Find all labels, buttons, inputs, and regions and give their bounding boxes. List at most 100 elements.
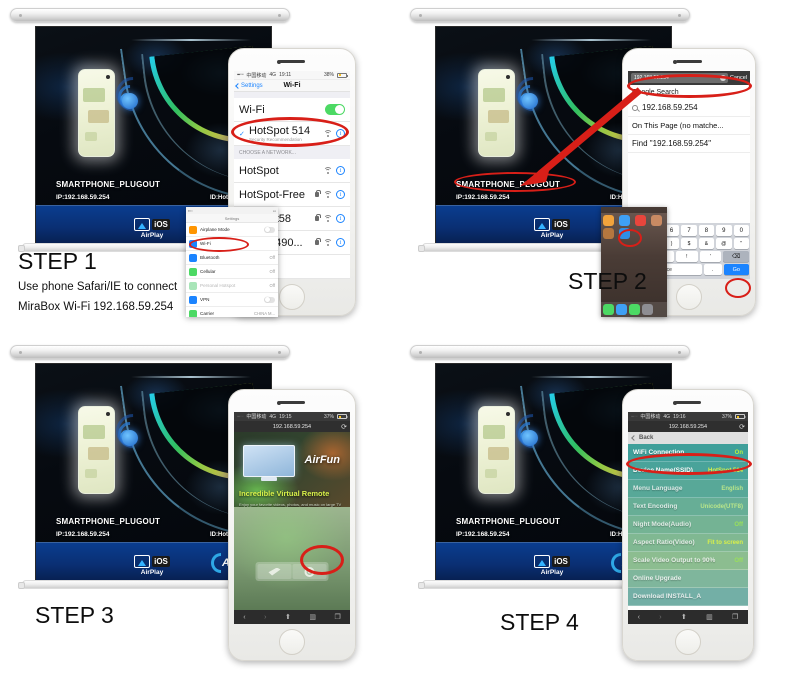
delete-key[interactable]: ⌫ <box>723 251 749 262</box>
airplay-icon <box>534 555 551 568</box>
settings-item-cellular[interactable]: Cellular Off <box>186 265 278 279</box>
settings-item-vpn[interactable]: VPN <box>186 293 278 307</box>
iphone-home-button[interactable] <box>279 629 305 655</box>
key[interactable]: ! <box>676 251 698 262</box>
network-row-1[interactable]: HotSpot-Free i <box>234 183 350 207</box>
reload-icon[interactable]: ⟳ <box>341 423 347 431</box>
setting-row-device-name[interactable]: Device Name(SSID) HotSpot 514 <box>628 462 748 480</box>
screen-phone-graphic <box>78 406 115 494</box>
app-icon[interactable] <box>651 215 662 226</box>
cancel-button[interactable]: Cancel <box>730 75 747 81</box>
connected-subtitle: Security Recommendation <box>249 137 302 142</box>
key[interactable]: @ <box>716 238 732 249</box>
settings-item-airplane-mode[interactable]: Airplane Mode <box>186 223 278 237</box>
forward-icon[interactable]: › <box>264 614 266 621</box>
bookmarks-icon[interactable]: ▥ <box>309 613 316 621</box>
share-icon[interactable]: ⬆ <box>681 613 687 621</box>
step-title: STEP 4 <box>500 609 579 635</box>
setting-row-online-upgrade[interactable]: Online Upgrade <box>628 570 748 588</box>
airplane-toggle[interactable] <box>264 226 275 233</box>
wifi-toggle[interactable] <box>325 104 345 115</box>
info-icon[interactable]: i <box>336 238 345 247</box>
home-app-grid <box>601 213 667 241</box>
key[interactable]: 9 <box>716 225 732 236</box>
setting-row-text-encoding[interactable]: Text Encoding Unicode(UTF8) <box>628 498 748 516</box>
chevron-left-icon <box>631 435 637 441</box>
camera-app-icon[interactable] <box>642 304 653 315</box>
clear-icon[interactable] <box>719 75 726 81</box>
settings-item-value: Off <box>269 283 275 288</box>
tabs-icon[interactable]: ❐ <box>732 613 738 621</box>
messages-app-icon[interactable] <box>616 304 627 315</box>
cellular-icon <box>189 267 197 276</box>
info-icon[interactable]: i <box>336 129 345 138</box>
carrier-label: 中国移动 <box>640 414 661 420</box>
step-3-panel: SMARTPHONE_PLUGOUT IP:192.168.59.254 ID:… <box>0 337 400 674</box>
app-icon[interactable] <box>603 215 614 226</box>
app-icon[interactable] <box>619 215 630 226</box>
info-icon[interactable]: i <box>336 214 345 223</box>
network-row-0[interactable]: HotSpot i <box>234 159 350 183</box>
key[interactable]: 7 <box>681 225 697 236</box>
safari-app-icon[interactable] <box>619 228 630 239</box>
media-button[interactable] <box>257 564 292 579</box>
suggestion-row-0[interactable]: 192.168.59.254 <box>628 99 750 117</box>
choose-network-header: CHOOSE A NETWORK... <box>234 146 350 159</box>
settings-item-wifi[interactable]: Wi-Fi <box>186 237 278 251</box>
wifi-strength-icon <box>323 167 332 174</box>
settings-item-label: VPN <box>200 297 210 302</box>
period-key[interactable]: . <box>703 264 722 275</box>
bookmarks-icon[interactable]: ▥ <box>706 613 713 621</box>
vpn-toggle[interactable] <box>264 296 275 303</box>
setting-row-download-install[interactable]: Download INSTALL_A <box>628 588 748 606</box>
setting-row-night-mode[interactable]: Night Mode(Audio) Off <box>628 516 748 534</box>
iphone-home-button[interactable] <box>675 629 701 655</box>
page-back-bar[interactable]: Back <box>628 432 748 444</box>
key[interactable]: 8 <box>698 225 715 236</box>
key[interactable]: " <box>733 238 749 249</box>
wifi-toggle-row[interactable]: Wi-Fi <box>234 98 350 122</box>
map-block-1 <box>83 88 105 102</box>
back-icon[interactable]: ‹ <box>638 614 640 621</box>
reload-icon[interactable]: ⟳ <box>739 423 745 431</box>
back-icon[interactable]: ‹ <box>243 614 245 621</box>
key[interactable]: 0 <box>733 225 749 236</box>
info-icon[interactable]: i <box>336 190 345 199</box>
setting-label: Night Mode(Audio) <box>633 521 692 528</box>
wifi-source-dot <box>122 93 138 109</box>
back-label: Settings <box>241 82 263 89</box>
find-on-page-row[interactable]: Find "192.168.59.254" <box>628 135 750 153</box>
share-icon[interactable]: ⬆ <box>285 613 291 621</box>
settings-button[interactable] <box>292 564 327 579</box>
setting-row-menu-language[interactable]: Menu Language English <box>628 480 748 498</box>
go-key[interactable]: Go <box>723 264 749 275</box>
setting-row-wifi-connection[interactable]: WiFi Connection On <box>628 444 748 462</box>
tabs-icon[interactable]: ❐ <box>334 613 340 621</box>
key[interactable]: & <box>698 238 715 249</box>
key[interactable]: $ <box>681 238 697 249</box>
connected-network-row[interactable]: ✓ HotSpot 514 Security Recommendation i <box>234 122 350 146</box>
settings-item-carrier[interactable]: Carrier CHINA M... <box>186 307 278 317</box>
forward-icon[interactable]: › <box>659 614 661 621</box>
key[interactable]: ' <box>699 251 722 262</box>
map-block-3 <box>485 469 497 478</box>
app-icon[interactable] <box>635 215 646 226</box>
safari-url-bar[interactable]: 192.168.59.254 ⟳ <box>628 421 748 432</box>
iphone-home-button[interactable] <box>279 284 305 310</box>
search-input[interactable]: 192.168.59.254 <box>631 73 728 83</box>
settings-item-bluetooth[interactable]: Bluetooth Off <box>186 251 278 265</box>
airplay-block: iOS AirPlay <box>118 218 186 239</box>
settings-item-personal-hotspot[interactable]: Personal Hotspot Off <box>186 279 278 293</box>
wechat-app-icon[interactable] <box>629 304 640 315</box>
phone-app-icon[interactable] <box>603 304 614 315</box>
back-button[interactable]: Settings <box>234 83 263 89</box>
app-icon[interactable] <box>603 228 614 239</box>
setting-row-scale-video[interactable]: Scale Video Output to 90% Off <box>628 552 748 570</box>
on-this-page-row[interactable]: On This Page (no matche... <box>628 117 750 135</box>
airfun-body <box>234 507 350 610</box>
safari-url-bar[interactable]: 192.168.59.254 ⟳ <box>234 421 350 432</box>
connected-ssid: HotSpot 514 <box>249 125 311 137</box>
iphone-home-button[interactable] <box>676 284 702 310</box>
info-icon[interactable]: i <box>336 166 345 175</box>
setting-row-aspect-ratio[interactable]: Aspect Ratio(Video) Fit to screen <box>628 534 748 552</box>
